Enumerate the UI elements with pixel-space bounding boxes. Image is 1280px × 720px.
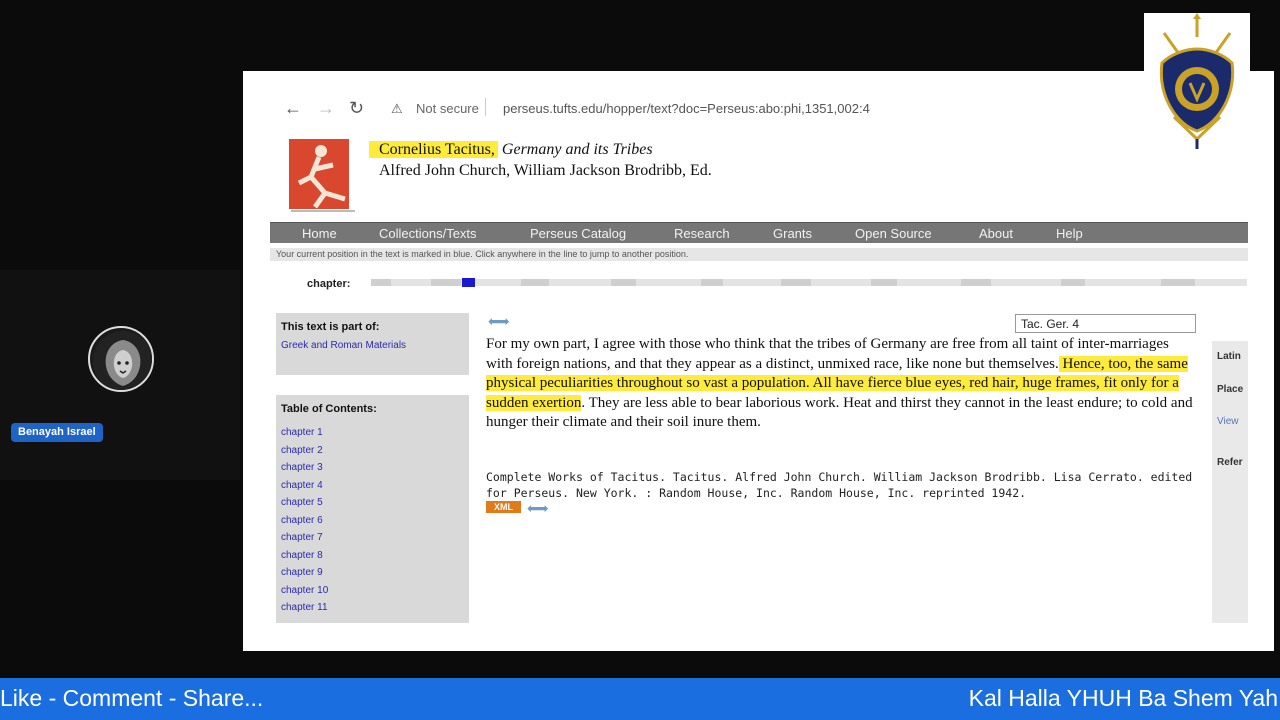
crest-icon <box>1159 13 1235 149</box>
perseus-logo[interactable] <box>285 137 361 213</box>
shared-screen: ← → ↻ ⚠ Not secure perseus.tufts.edu/hop… <box>243 71 1274 651</box>
prev-next-arrows-bottom[interactable]: ⬅➡ <box>527 500 549 517</box>
chapter-position-bar[interactable] <box>371 278 1247 287</box>
participant-name-badge: Benayah Israel <box>11 423 103 442</box>
citation-text: Complete Works of Tacitus. Tacitus. Alfr… <box>486 470 1193 500</box>
passage-text: For my own part, I agree with those who … <box>486 335 1198 433</box>
toc-chapter-4[interactable]: chapter 4 <box>276 477 469 495</box>
toc-chapter-7[interactable]: chapter 7 <box>276 529 469 547</box>
reference-input[interactable]: Tac. Ger. 4 <box>1015 314 1196 333</box>
part-of-link[interactable]: Greek and Roman Materials <box>276 337 469 355</box>
right-panel-places[interactable]: Place <box>1217 384 1243 395</box>
right-panel-refer[interactable]: Refer <box>1217 457 1243 468</box>
menu-collections[interactable]: Collections/Texts <box>379 226 477 241</box>
toc-chapter-2[interactable]: chapter 2 <box>276 442 469 460</box>
menu-open-source[interactable]: Open Source <box>855 226 932 241</box>
chapter-label: chapter: <box>307 278 351 290</box>
menu-about[interactable]: About <box>979 226 1013 241</box>
toc-title: Table of Contents: <box>281 403 377 415</box>
toc-box: Table of Contents: chapter 1 chapter 2 c… <box>276 395 469 623</box>
toc-chapter-1[interactable]: chapter 1 <box>276 424 469 442</box>
toc-chapter-10[interactable]: chapter 10 <box>276 582 469 600</box>
part-of-box: This text is part of: Greek and Roman Ma… <box>276 313 469 375</box>
right-panel: Latin Place View Refer <box>1212 341 1248 623</box>
security-label[interactable]: Not secure <box>416 101 479 116</box>
editors-line: Alfred John Church, William Jackson Brod… <box>379 162 712 179</box>
divider <box>485 98 486 116</box>
warning-icon[interactable]: ⚠ <box>391 101 403 117</box>
toc-chapter-6[interactable]: chapter 6 <box>276 512 469 530</box>
prev-next-arrows-top[interactable]: ⬅➡ <box>488 313 510 330</box>
footer-right-text: Kal Halla YHUH Ba Shem Yah <box>968 685 1278 711</box>
toc-chapter-5[interactable]: chapter 5 <box>276 494 469 512</box>
right-panel-view[interactable]: View <box>1217 416 1239 427</box>
passage-after: . They are less able to bear laborious w… <box>486 394 1193 431</box>
browser-address-bar: ← → ↻ ⚠ Not secure perseus.tufts.edu/hop… <box>243 89 1274 129</box>
toc-chapter-8[interactable]: chapter 8 <box>276 547 469 565</box>
right-panel-latin[interactable]: Latin <box>1217 351 1241 362</box>
reload-icon[interactable]: ↻ <box>349 99 364 117</box>
toc-chapter-3[interactable]: chapter 3 <box>276 459 469 477</box>
back-arrow-icon[interactable]: ← <box>284 99 302 117</box>
position-note: Your current position in the text is mar… <box>270 248 1248 261</box>
part-of-title: This text is part of: <box>281 321 380 333</box>
menu-help[interactable]: Help <box>1056 226 1083 241</box>
footer-left-text: Like - Comment - Share... <box>0 685 264 711</box>
forward-arrow-icon[interactable]: → <box>317 99 335 117</box>
work-title: Cornelius Tacitus, Germany and its Tribe… <box>369 141 653 159</box>
footer-banner: Like - Comment - Share... Kal Halla YHUH… <box>0 678 1280 720</box>
menu-home[interactable]: Home <box>302 226 337 241</box>
participant-avatar <box>88 326 154 392</box>
menu-catalog[interactable]: Perseus Catalog <box>530 226 626 241</box>
work-name: Germany and its Tribes <box>501 141 653 158</box>
channel-logo <box>1144 13 1250 150</box>
menu-research[interactable]: Research <box>674 226 730 241</box>
perseus-runner-icon <box>289 139 355 212</box>
stream-stage: Benayah Israel ← → ↻ ⚠ Not secure perseu… <box>0 0 1280 720</box>
xml-button[interactable]: XML <box>486 501 521 513</box>
author-name: Cornelius Tacitus, <box>369 141 498 158</box>
toc-chapter-11[interactable]: chapter 11 <box>276 599 469 617</box>
menu-grants[interactable]: Grants <box>773 226 812 241</box>
current-chapter-marker[interactable] <box>462 278 475 287</box>
url-text[interactable]: perseus.tufts.edu/hopper/text?doc=Perseu… <box>503 101 870 116</box>
perseus-menu: Home Collections/Texts Perseus Catalog R… <box>270 222 1248 243</box>
toc-chapter-9[interactable]: chapter 9 <box>276 564 469 582</box>
